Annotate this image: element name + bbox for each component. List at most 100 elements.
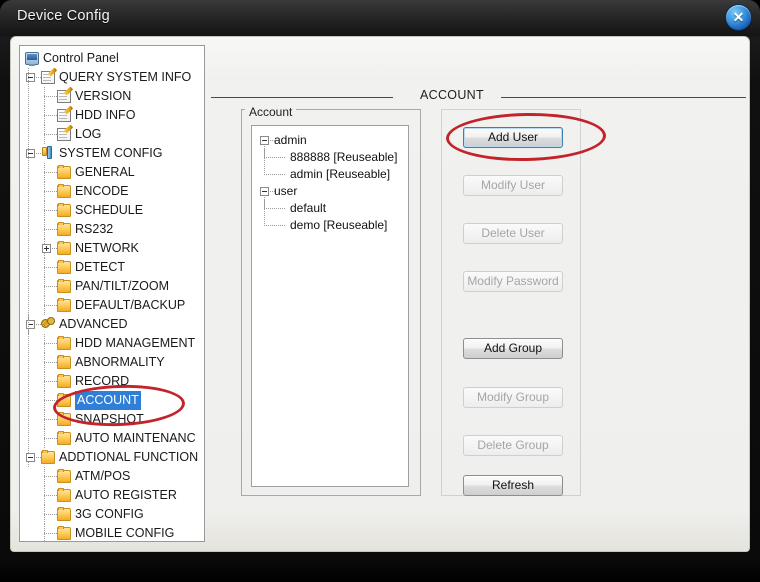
tree-connector <box>44 467 45 486</box>
collapse-icon[interactable] <box>26 453 35 462</box>
tree-connector <box>44 201 45 220</box>
folder-icon <box>57 203 71 217</box>
tree-connector <box>44 96 57 97</box>
tree-connector <box>44 343 57 344</box>
tree-item-label: HDD INFO <box>75 108 136 122</box>
window-client-area: Control Panel QUERY SYSTEM INFO VERSION HDD… <box>10 36 750 552</box>
key-icon <box>41 146 55 160</box>
tree-item-query-system-info[interactable]: QUERY SYSTEM INFO <box>20 68 204 87</box>
tree-connector <box>44 476 57 477</box>
tree-item-3g-config[interactable]: 3G CONFIG <box>20 505 204 524</box>
tree-connector <box>44 305 57 306</box>
tree-item-auto-maintenanc[interactable]: AUTO MAINTENANC <box>20 429 204 448</box>
folder-icon <box>57 336 71 350</box>
tree-item-advanced[interactable]: ADVANCED <box>20 315 204 334</box>
refresh-button[interactable]: Refresh <box>463 475 563 496</box>
tree-connector <box>44 239 45 244</box>
tree-connector <box>44 229 57 230</box>
tree-item-mobile-config[interactable]: MOBILE CONFIG <box>20 524 204 541</box>
tree-item-auto-register[interactable]: AUTO REGISTER <box>20 486 204 505</box>
tree-item-detect[interactable]: DETECT <box>20 258 204 277</box>
page-title: ACCOUNT <box>420 88 484 102</box>
tree-connector <box>44 115 57 116</box>
account-tree-item-label: 888888 [Reuseable] <box>290 150 398 164</box>
add-user-button[interactable]: Add User <box>463 127 563 148</box>
tree-connector <box>44 220 45 239</box>
folder-icon <box>41 450 55 464</box>
tree-item-abnormality[interactable]: ABNORMALITY <box>20 353 204 372</box>
tree-item-record[interactable]: RECORD <box>20 372 204 391</box>
folder-icon <box>57 241 71 255</box>
tree-item-label: ABNORMALITY <box>75 355 165 369</box>
tree-item-label: SCHEDULE <box>75 203 144 217</box>
modify-group-button: Modify Group <box>463 387 563 408</box>
control-panel-tree[interactable]: Control Panel QUERY SYSTEM INFO VERSION HDD… <box>19 45 205 542</box>
tree-item-hdd-management[interactable]: HDD MANAGEMENT <box>20 334 204 353</box>
account-tree-item[interactable]: 888888 [Reuseable] <box>252 149 408 166</box>
tree-connector <box>44 334 45 353</box>
expand-icon[interactable] <box>42 244 51 253</box>
tree-item-account[interactable]: ACCOUNT <box>20 391 204 410</box>
tree-connector <box>44 381 57 382</box>
tree-item-network[interactable]: NETWORK <box>20 239 204 258</box>
tree-item-snapshot[interactable]: SNAPSHOT <box>20 410 204 429</box>
tree-item-label: GENERAL <box>75 165 135 179</box>
tree-trunk <box>28 70 29 450</box>
collapse-icon[interactable] <box>260 187 269 196</box>
folder-icon <box>57 165 71 179</box>
folder-icon <box>57 222 71 236</box>
tree-item-default-backup[interactable]: DEFAULT/BACKUP <box>20 296 204 315</box>
tree-item-rs232[interactable]: RS232 <box>20 220 204 239</box>
folder-icon <box>57 488 71 502</box>
tree-item-label: DETECT <box>75 260 125 274</box>
tree-connector <box>44 410 45 429</box>
modify-user-button: Modify User <box>463 175 563 196</box>
tree-item-label: NETWORK <box>75 241 139 255</box>
tree-item-system-config[interactable]: SYSTEM CONFIG <box>20 144 204 163</box>
tree-trunk <box>264 197 265 219</box>
tree-connector <box>44 429 45 448</box>
tree-item-general[interactable]: GENERAL <box>20 163 204 182</box>
tree-item-control-panel[interactable]: Control Panel <box>20 49 204 68</box>
account-tree-item[interactable]: user <box>252 183 408 200</box>
account-tree-item[interactable]: demo [Reuseable] <box>252 217 408 234</box>
tree-connector <box>264 225 286 226</box>
account-tree-item-label: admin <box>274 133 307 147</box>
folder-icon <box>57 431 71 445</box>
account-tree-item[interactable]: admin [Reuseable] <box>252 166 408 183</box>
account-tree-item-label: admin [Reuseable] <box>290 167 391 181</box>
folder-icon <box>57 393 71 407</box>
add-group-button[interactable]: Add Group <box>463 338 563 359</box>
collapse-icon[interactable] <box>260 136 269 145</box>
tree-connector <box>44 191 57 192</box>
account-tree[interactable]: admin 888888 [Reuseable] admin [Reuseable]… <box>251 125 409 487</box>
account-tree-item[interactable]: default <box>252 200 408 217</box>
tree-item-atm-pos[interactable]: ATM/POS <box>20 467 204 486</box>
tree-item-label: ENCODE <box>75 184 129 198</box>
tree-item-label: ADVANCED <box>59 317 128 331</box>
tree-connector <box>264 157 286 158</box>
close-icon[interactable]: ✕ <box>726 5 751 30</box>
section-rule-left <box>211 97 393 98</box>
tree-connector <box>44 125 45 144</box>
tree-item-addtional-function[interactable]: ADDTIONAL FUNCTION <box>20 448 204 467</box>
tree-connector <box>44 87 45 106</box>
folder-icon <box>57 412 71 426</box>
tree-connector <box>44 505 45 524</box>
tree-item-schedule[interactable]: SCHEDULE <box>20 201 204 220</box>
tree-connector <box>44 486 45 505</box>
tree-connector <box>44 163 45 182</box>
tree-item-label: RECORD <box>75 374 130 388</box>
tree-item-label: ADDTIONAL FUNCTION <box>59 450 199 464</box>
tree-item-label: ACCOUNT <box>75 391 141 410</box>
tree-item-encode[interactable]: ENCODE <box>20 182 204 201</box>
tree-connector <box>44 172 57 173</box>
account-tree-item[interactable]: admin <box>252 132 408 149</box>
tree-item-pan-tilt-zoom[interactable]: PAN/TILT/ZOOM <box>20 277 204 296</box>
tree-item-log[interactable]: LOG <box>20 125 204 144</box>
title-bar[interactable]: Device Config ✕ <box>0 0 760 36</box>
tree-connector <box>264 208 286 209</box>
tree-item-hdd-info[interactable]: HDD INFO <box>20 106 204 125</box>
tree-item-version[interactable]: VERSION <box>20 87 204 106</box>
tree-item-label: SYSTEM CONFIG <box>59 146 163 160</box>
